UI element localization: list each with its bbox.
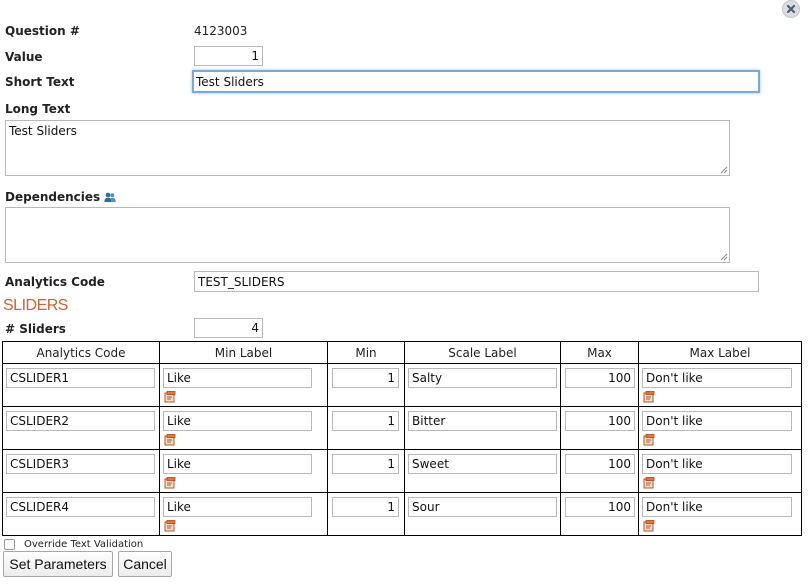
edit-icon[interactable] bbox=[643, 434, 655, 446]
cancel-button[interactable]: Cancel bbox=[118, 551, 172, 577]
slider-max-label-input[interactable] bbox=[642, 497, 792, 517]
analytics-code-label: Analytics Code bbox=[5, 275, 105, 289]
slider-max-label-input[interactable] bbox=[642, 368, 792, 388]
users-icon[interactable] bbox=[104, 192, 116, 203]
edit-icon[interactable] bbox=[164, 520, 176, 532]
edit-icon[interactable] bbox=[164, 434, 176, 446]
slider-row bbox=[2, 492, 802, 536]
slider-scale-label-input[interactable] bbox=[408, 411, 557, 431]
short-text-label: Short Text bbox=[5, 75, 75, 89]
slider-max-label-input[interactable] bbox=[642, 454, 792, 474]
slider-code-input[interactable] bbox=[6, 497, 155, 517]
close-button[interactable] bbox=[782, 0, 800, 18]
value-label: Value bbox=[5, 50, 43, 64]
column-header-max: Max bbox=[560, 341, 639, 364]
long-text-textarea[interactable]: Test Sliders bbox=[5, 120, 730, 176]
dependencies-label: Dependencies bbox=[5, 190, 101, 204]
edit-icon[interactable] bbox=[643, 520, 655, 532]
slider-min-input[interactable] bbox=[332, 411, 399, 431]
slider-scale-label-input[interactable] bbox=[408, 368, 557, 388]
column-header-max-label: Max Label bbox=[638, 341, 802, 364]
slider-count-input[interactable] bbox=[194, 318, 263, 338]
slider-min-label-input[interactable] bbox=[163, 411, 312, 431]
short-text-input[interactable] bbox=[192, 70, 760, 93]
sliders-table: Analytics Code Min Label Min Scale Label… bbox=[2, 341, 802, 536]
dependencies-row: Dependencies bbox=[5, 190, 116, 204]
column-header-min: Min bbox=[327, 341, 405, 364]
slider-max-input[interactable] bbox=[565, 411, 635, 431]
slider-code-input[interactable] bbox=[6, 411, 155, 431]
edit-icon[interactable] bbox=[643, 477, 655, 489]
slider-scale-label-input[interactable] bbox=[408, 454, 557, 474]
slider-scale-label-input[interactable] bbox=[408, 497, 557, 517]
slider-min-input[interactable] bbox=[332, 454, 399, 474]
slider-row bbox=[2, 363, 802, 407]
slider-code-input[interactable] bbox=[6, 368, 155, 388]
column-header-min-label: Min Label bbox=[159, 341, 328, 364]
slider-count-label: # Sliders bbox=[5, 322, 66, 336]
edit-icon[interactable] bbox=[164, 477, 176, 489]
slider-min-input[interactable] bbox=[332, 368, 399, 388]
edit-icon[interactable] bbox=[164, 391, 176, 403]
override-label: Override Text Validation bbox=[24, 539, 144, 550]
slider-max-input[interactable] bbox=[565, 497, 635, 517]
sliders-section-title: SLIDERS bbox=[3, 297, 68, 314]
slider-row bbox=[2, 406, 802, 450]
slider-max-label-input[interactable] bbox=[642, 411, 792, 431]
slider-max-input[interactable] bbox=[565, 454, 635, 474]
override-text-validation[interactable]: Override Text Validation bbox=[4, 539, 143, 550]
table-header-row: Analytics Code Min Label Min Scale Label… bbox=[2, 341, 802, 364]
analytics-code-input[interactable] bbox=[194, 271, 759, 292]
slider-code-input[interactable] bbox=[6, 454, 155, 474]
column-header-scale-label: Scale Label bbox=[404, 341, 561, 364]
slider-row bbox=[2, 449, 802, 493]
slider-min-label-input[interactable] bbox=[163, 497, 312, 517]
question-number-value: 4123003 bbox=[194, 24, 248, 38]
slider-min-label-input[interactable] bbox=[163, 368, 312, 388]
dependencies-textarea[interactable] bbox=[5, 207, 730, 263]
override-checkbox[interactable] bbox=[4, 539, 15, 550]
column-header-analytics-code: Analytics Code bbox=[2, 341, 160, 364]
question-number-label: Question # bbox=[5, 24, 80, 38]
slider-max-input[interactable] bbox=[565, 368, 635, 388]
set-parameters-button[interactable]: Set Parameters bbox=[3, 551, 113, 577]
edit-icon[interactable] bbox=[643, 391, 655, 403]
close-icon bbox=[786, 4, 796, 14]
slider-min-input[interactable] bbox=[332, 497, 399, 517]
slider-min-label-input[interactable] bbox=[163, 454, 312, 474]
long-text-label: Long Text bbox=[5, 102, 71, 116]
value-input[interactable] bbox=[194, 46, 263, 66]
